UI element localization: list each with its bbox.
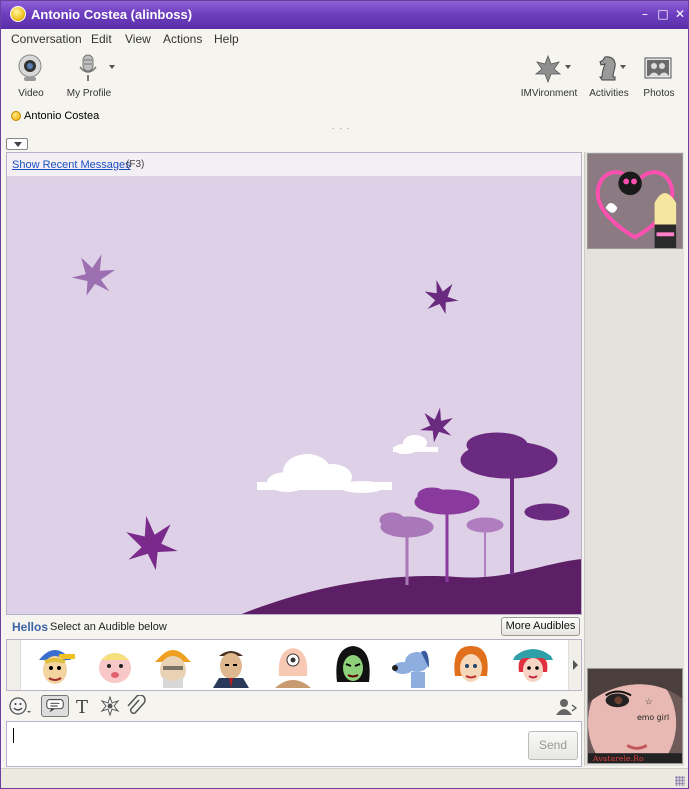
audible-green-witch[interactable] xyxy=(329,642,377,688)
video-button[interactable]: Video xyxy=(3,53,59,101)
menu-bar: Conversation Edit View Actions Help xyxy=(1,29,688,49)
recent-messages-shortcut: (F3) xyxy=(126,159,145,170)
contact-name: Antonio Costea xyxy=(24,110,100,122)
im-window: Antonio Costea (alinboss) – □ ✕ Conversa… xyxy=(0,0,689,789)
show-recent-messages-link[interactable]: Show Recent Messages xyxy=(12,159,131,171)
smiley-icon[interactable] xyxy=(8,695,32,717)
avatar-caption: emo girl xyxy=(637,713,669,722)
audibles-scroll-left[interactable] xyxy=(7,640,21,690)
webcam-icon xyxy=(18,54,42,81)
audible-pink-baby[interactable] xyxy=(91,642,139,688)
audibles-strip xyxy=(6,639,582,691)
format-toolbar: T xyxy=(6,693,582,719)
audible-cyclops[interactable] xyxy=(269,642,317,688)
photos-button[interactable]: Photos xyxy=(631,53,687,101)
status-idle-icon xyxy=(11,111,21,121)
close-button[interactable]: ✕ xyxy=(673,7,687,21)
audibles-hint: Select an Audible below xyxy=(50,621,167,633)
menu-conversation[interactable]: Conversation xyxy=(11,32,82,46)
splitter-grip[interactable]: ˙˙˙ xyxy=(331,128,354,138)
my-avatar[interactable]: ☆ emo girl Avatarele.Ro xyxy=(587,668,683,764)
photos-label: Photos xyxy=(643,88,675,99)
activities-dropdown-arrow-icon[interactable] xyxy=(620,65,626,69)
menu-view[interactable]: View xyxy=(125,32,151,46)
activities-label: Activities xyxy=(589,88,629,99)
my-profile-label: My Profile xyxy=(66,88,112,99)
imvironment-label: IMVironment xyxy=(520,88,578,99)
imvironment-background xyxy=(7,177,581,614)
svg-text:☆: ☆ xyxy=(645,697,653,707)
text-caret xyxy=(13,728,14,743)
menu-actions[interactable]: Actions xyxy=(163,32,202,46)
audible-suit-man[interactable] xyxy=(207,642,255,688)
contact-status-row: Antonio Costea xyxy=(1,105,688,127)
imvironment-dropdown-arrow-icon[interactable] xyxy=(565,65,571,69)
contact-details-icon[interactable] xyxy=(554,695,578,717)
audible-blue-dog[interactable] xyxy=(389,642,437,688)
conversation-pane[interactable]: Show Recent Messages (F3) xyxy=(6,152,582,615)
recent-messages-bar: Show Recent Messages (F3) xyxy=(7,153,581,177)
photos-icon xyxy=(644,57,672,79)
chess-knight-icon xyxy=(599,56,616,81)
text-format-icon[interactable]: T xyxy=(72,695,96,717)
audibles-category[interactable]: Hellos xyxy=(12,620,48,634)
toolbar: Video My Profile IMVironment Activities … xyxy=(1,49,688,105)
message-input[interactable]: Send xyxy=(6,721,582,767)
video-label: Video xyxy=(18,88,44,99)
more-audibles-button[interactable]: More Audibles xyxy=(501,617,580,636)
my-profile-button[interactable]: My Profile xyxy=(61,53,117,101)
messenger-smiley-icon xyxy=(10,6,26,22)
collapse-toolbar-button[interactable] xyxy=(6,138,28,150)
resize-grip-icon[interactable] xyxy=(675,776,685,786)
activities-button[interactable]: Activities xyxy=(581,53,637,101)
audibles-scroll-right[interactable] xyxy=(568,640,581,690)
menu-edit[interactable]: Edit xyxy=(91,32,112,46)
send-button[interactable]: Send xyxy=(528,731,578,760)
menu-help[interactable]: Help xyxy=(214,32,239,46)
paperclip-icon[interactable] xyxy=(124,695,148,717)
leaves-icon xyxy=(534,54,562,83)
audibles-header: Hellos Select an Audible below More Audi… xyxy=(6,616,582,638)
audible-orange-hat-man[interactable] xyxy=(149,642,197,688)
title-bar[interactable]: Antonio Costea (alinboss) – □ ✕ xyxy=(1,1,688,29)
imvironment-button[interactable]: IMVironment xyxy=(521,53,577,101)
nudge-icon[interactable] xyxy=(41,695,69,717)
profile-dropdown-arrow-icon[interactable] xyxy=(109,65,115,69)
audible-cap-boy[interactable] xyxy=(31,642,79,688)
svg-text:T: T xyxy=(76,697,88,717)
microphone-icon xyxy=(79,54,97,81)
sparkle-icon[interactable] xyxy=(98,695,122,717)
avatar-column: ☆ emo girl Avatarele.Ro xyxy=(584,152,684,766)
status-bar xyxy=(1,768,688,788)
minimize-button[interactable]: – xyxy=(638,7,652,21)
contact-avatar[interactable] xyxy=(587,153,683,249)
maximize-button[interactable]: □ xyxy=(656,7,670,21)
audible-teal-hat-woman[interactable] xyxy=(509,642,557,688)
avatar-watermark: Avatarele.Ro xyxy=(592,754,644,763)
window-title: Antonio Costea (alinboss) xyxy=(31,7,193,22)
audible-redhead-woman[interactable] xyxy=(447,642,495,688)
